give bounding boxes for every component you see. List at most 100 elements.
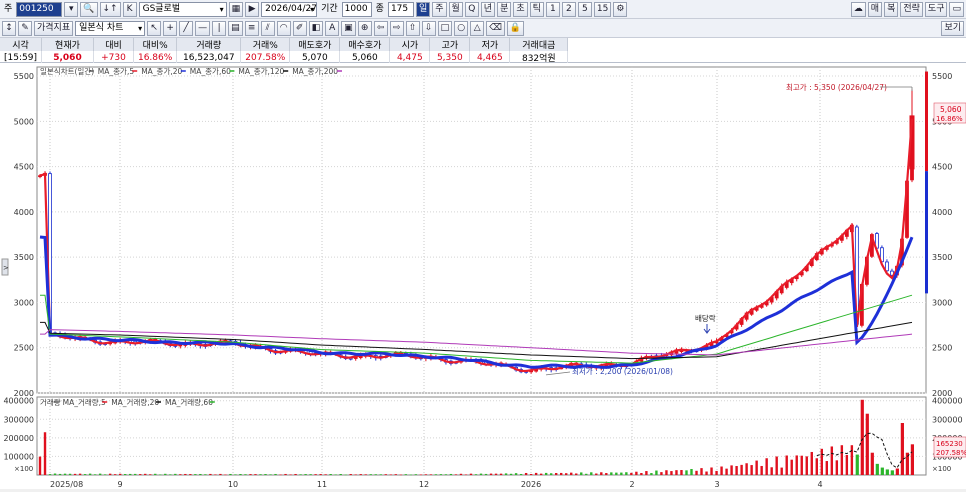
tools-button[interactable]: 도구: [924, 2, 948, 17]
right-btn-1[interactable]: 매: [867, 2, 883, 17]
text-icon[interactable]: A: [325, 20, 340, 36]
volume-bar: [394, 474, 398, 475]
volume-bar: [189, 474, 192, 475]
volume-bar: [514, 473, 518, 475]
period-15[interactable]: 15: [593, 1, 612, 17]
k-button[interactable]: K: [122, 1, 137, 17]
volume-bar: [459, 473, 463, 475]
period-week[interactable]: 주: [432, 1, 447, 17]
cloud-icon[interactable]: ☁: [850, 2, 866, 17]
eraser-icon[interactable]: ⌫: [486, 20, 505, 36]
chart-type-select[interactable]: 일본식 차트: [75, 20, 146, 36]
image-icon[interactable]: ▣: [341, 20, 356, 36]
window-icon[interactable]: ▭: [949, 2, 964, 17]
volume-bar: [294, 473, 297, 475]
strategy-button[interactable]: 전략: [900, 2, 923, 17]
volume-bar: [48, 474, 52, 475]
right-btn-2[interactable]: 복: [884, 2, 899, 17]
volume-bar: [775, 456, 778, 475]
period-5[interactable]: 5: [577, 1, 592, 17]
period-second[interactable]: 초: [513, 1, 528, 17]
volume-bar: [184, 473, 187, 475]
volume-bar: [489, 473, 493, 475]
play-icon[interactable]: ▶: [245, 1, 260, 17]
x-tick-0: 2025/08: [50, 480, 83, 489]
volume-bar: [845, 454, 849, 475]
volume-bar: [439, 474, 443, 475]
volume-bar: [825, 461, 829, 475]
volume-bar: [524, 472, 528, 475]
fib-icon[interactable]: ≡: [244, 20, 259, 36]
volume-bar: [910, 444, 914, 475]
view-button[interactable]: 보기: [941, 21, 964, 36]
period-year[interactable]: 년: [480, 1, 496, 17]
volume-bar: [164, 473, 167, 475]
volume-bar: [479, 473, 483, 475]
volume-bar: [605, 473, 608, 475]
rect-icon[interactable]: □: [437, 20, 453, 36]
volume-bar: [529, 473, 533, 475]
arrow-left-icon[interactable]: ⇦: [373, 20, 388, 36]
zoom-icon[interactable]: ⊕: [357, 20, 372, 36]
sort-icon[interactable]: ↓↑: [99, 1, 121, 17]
volume-bar: [795, 455, 798, 475]
line-icon[interactable]: ╱: [179, 20, 194, 36]
period-tick[interactable]: 틱: [529, 1, 544, 17]
volume-bar: [509, 473, 513, 475]
volume-bar: [359, 474, 362, 475]
grid-lines-icon[interactable]: ▤: [228, 20, 243, 36]
volume-bar: [549, 473, 553, 475]
period-2[interactable]: 2: [561, 1, 576, 17]
grid-icon[interactable]: ▦: [228, 1, 244, 17]
stock-name-select[interactable]: GS글로벌: [138, 1, 227, 17]
arrow-right-icon[interactable]: ⇨: [389, 20, 404, 36]
volume-bar: [224, 474, 227, 476]
period-quarter[interactable]: Q: [464, 1, 479, 17]
period-minute[interactable]: 분: [497, 1, 512, 17]
channel-icon[interactable]: ⫽: [260, 20, 275, 36]
arc-icon[interactable]: ◠: [276, 20, 291, 36]
arrow-down-icon[interactable]: ⇩: [421, 20, 436, 36]
stock-code-input[interactable]: 001250: [16, 1, 63, 17]
fill-icon[interactable]: ◧: [308, 20, 324, 36]
hline-icon[interactable]: —: [195, 20, 211, 36]
period-1[interactable]: 1: [545, 1, 560, 17]
volume-bar: [38, 456, 42, 475]
period-day[interactable]: 일: [415, 1, 431, 17]
date-select[interactable]: 2026/04/27: [261, 1, 318, 17]
volume-bar: [154, 473, 157, 475]
cursor-icon[interactable]: ↖: [147, 20, 162, 36]
volume-bar: [454, 474, 458, 475]
volume-bar: [344, 474, 347, 476]
volume-bar: [199, 473, 202, 475]
circle-icon[interactable]: ○: [454, 20, 469, 36]
volume-unit-right: ×100: [932, 465, 951, 473]
lock-icon[interactable]: 🔒: [506, 20, 525, 36]
toggle-icon[interactable]: ↕: [2, 20, 16, 36]
crosshair-icon[interactable]: +: [163, 20, 178, 36]
search-icon[interactable]: 🔍: [80, 1, 98, 17]
volume-bar: [249, 474, 252, 475]
count-input[interactable]: 175: [387, 1, 414, 17]
edit-icon[interactable]: ✎: [18, 20, 32, 36]
triangle-icon[interactable]: △: [470, 20, 485, 36]
chart-area[interactable]: 5500550050005000450045004000400035003500…: [0, 63, 966, 489]
stock-chart[interactable]: 5500550050005000450045004000400035003500…: [0, 63, 966, 489]
volume-bar: [715, 470, 718, 475]
code-dropdown-button[interactable]: ▾: [64, 1, 79, 17]
vline-icon[interactable]: |: [212, 20, 227, 36]
period-input[interactable]: 1000: [341, 1, 372, 17]
period-month[interactable]: 월: [448, 1, 463, 17]
volume-bar: [424, 474, 428, 475]
volume-bar: [194, 474, 197, 475]
volume-bar: [118, 473, 122, 475]
price-ytick-right-0: 5500: [932, 72, 952, 81]
arrow-up-icon[interactable]: ⇧: [405, 20, 420, 36]
price-indicator-button[interactable]: 가격지표: [34, 20, 74, 36]
settings-icon[interactable]: ⚙: [613, 1, 628, 17]
volume-bar: [685, 470, 688, 475]
volume-bar: [790, 459, 793, 475]
pen-icon[interactable]: ✐: [292, 20, 307, 36]
volume-bar: [670, 471, 673, 475]
volume-bar: [499, 473, 503, 475]
